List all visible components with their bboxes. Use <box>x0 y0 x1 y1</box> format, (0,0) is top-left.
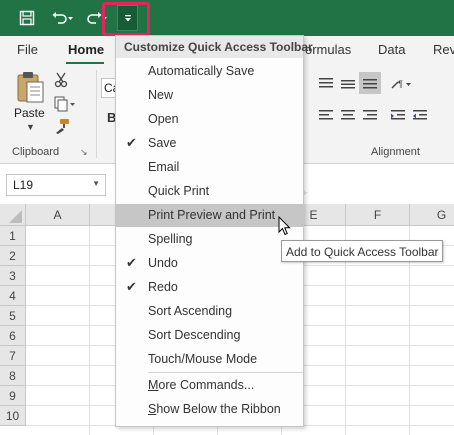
column-header[interactable]: G <box>410 204 454 226</box>
increase-indent-icon[interactable] <box>412 110 428 125</box>
menu-item[interactable]: ✔ Undo <box>116 252 303 275</box>
row-header[interactable]: 3 <box>0 266 26 286</box>
align-center-icon[interactable] <box>340 110 356 125</box>
name-box[interactable]: L19 ▼ <box>6 174 106 196</box>
menu-item[interactable]: ✔ Redo <box>116 276 303 299</box>
clipboard-launcher-icon[interactable]: ↘ <box>80 147 88 158</box>
tab-file[interactable]: File <box>17 42 38 57</box>
paste-button[interactable]: Paste <box>14 106 45 120</box>
menu-item-label: Sort Descending <box>148 328 241 342</box>
menu-item-label: Redo <box>148 280 178 294</box>
menu-item[interactable]: Print Preview and Print <box>116 204 303 227</box>
group-separator <box>96 70 97 158</box>
menu-item[interactable]: Spelling <box>116 228 303 251</box>
menu-item[interactable]: Sort Ascending <box>116 300 303 323</box>
checkmark-icon: ✔ <box>126 279 137 294</box>
tab-review[interactable]: Rev <box>433 42 454 57</box>
menu-item-label: Touch/Mouse Mode <box>148 352 258 366</box>
menu-item[interactable]: New <box>116 84 303 107</box>
undo-icon[interactable] <box>48 6 76 30</box>
row-header[interactable]: 6 <box>0 326 26 346</box>
qat-dropdown-highlight <box>102 2 150 36</box>
row-header[interactable]: 9 <box>0 386 26 406</box>
menu-item[interactable]: Show Below the Ribbon <box>116 398 303 421</box>
menu-item-label: Save <box>148 136 177 150</box>
menu-item-label: Print Preview and Print <box>148 208 276 222</box>
row-header[interactable]: 8 <box>0 366 26 386</box>
align-top-icon[interactable] <box>318 78 334 93</box>
menu-item-label: Quick Print <box>148 184 210 198</box>
format-painter-icon[interactable] <box>54 118 70 137</box>
menu-item-label: Show Below the Ribbon <box>148 402 281 416</box>
gridline <box>89 226 90 435</box>
menu-item[interactable]: Open <box>116 108 303 131</box>
name-box-chevron-icon[interactable]: ▼ <box>92 179 100 188</box>
column-header[interactable]: A <box>26 204 90 226</box>
menu-item-label: Undo <box>148 256 178 270</box>
paste-icon[interactable] <box>14 70 46 104</box>
menu-item[interactable]: More Commands... <box>116 374 303 397</box>
save-icon[interactable] <box>14 6 40 30</box>
row-header[interactable]: 2 <box>0 246 26 266</box>
menu-item-label: Email <box>148 160 180 174</box>
menu-item-label: More Commands... <box>148 378 255 392</box>
alignment-group-label: Alignment <box>371 146 420 158</box>
menu-item[interactable]: Touch/Mouse Mode <box>116 348 303 371</box>
clipboard-group-label: Clipboard <box>12 146 60 158</box>
mouse-cursor-icon <box>278 215 292 239</box>
decrease-indent-icon[interactable] <box>390 110 406 125</box>
menu-item[interactable]: Email <box>116 156 303 179</box>
text-direction-icon[interactable]: ¶ <box>390 78 412 93</box>
paste-chevron-icon[interactable]: ▼ <box>26 122 35 132</box>
menu-item-label: Automatically Save <box>148 64 255 78</box>
tab-home[interactable]: Home <box>68 42 104 57</box>
copy-icon[interactable] <box>54 96 76 115</box>
row-header[interactable]: 4 <box>0 286 26 306</box>
row-header[interactable]: 1 <box>0 226 26 246</box>
align-bottom-icon[interactable] <box>359 72 381 94</box>
menu-separator <box>148 372 303 373</box>
tooltip: Add to Quick Access Toolbar <box>281 240 443 262</box>
menu-item[interactable]: Sort Descending <box>116 324 303 347</box>
customize-qat-menu: Customize Quick Access Toolbar Automatic… <box>115 35 313 427</box>
name-box-value: L19 <box>13 178 34 192</box>
menu-title: Customize Quick Access Toolbar <box>116 36 313 58</box>
menu-item[interactable]: ✔ Save <box>116 132 303 155</box>
cut-icon[interactable] <box>54 72 68 91</box>
menu-item-label: New <box>148 88 174 102</box>
column-header[interactable]: F <box>346 204 410 226</box>
menu-item-label: Open <box>148 112 179 126</box>
menu-item-label: Spelling <box>148 232 193 246</box>
title-bar <box>0 0 454 36</box>
tab-data[interactable]: Data <box>378 42 405 57</box>
row-header[interactable]: 5 <box>0 306 26 326</box>
checkmark-icon: ✔ <box>126 135 137 150</box>
align-right-icon[interactable] <box>362 110 378 125</box>
row-header[interactable]: 10 <box>0 406 26 426</box>
menu-item[interactable]: Quick Print <box>116 180 303 203</box>
align-middle-icon[interactable] <box>340 78 356 93</box>
checkmark-icon: ✔ <box>126 255 137 270</box>
align-left-icon[interactable] <box>318 110 334 125</box>
svg-text:¶: ¶ <box>398 79 403 89</box>
row-header[interactable]: 7 <box>0 346 26 366</box>
menu-item[interactable]: Automatically Save <box>116 60 303 83</box>
menu-item-label: Sort Ascending <box>148 304 233 318</box>
select-all-corner[interactable] <box>0 204 26 226</box>
